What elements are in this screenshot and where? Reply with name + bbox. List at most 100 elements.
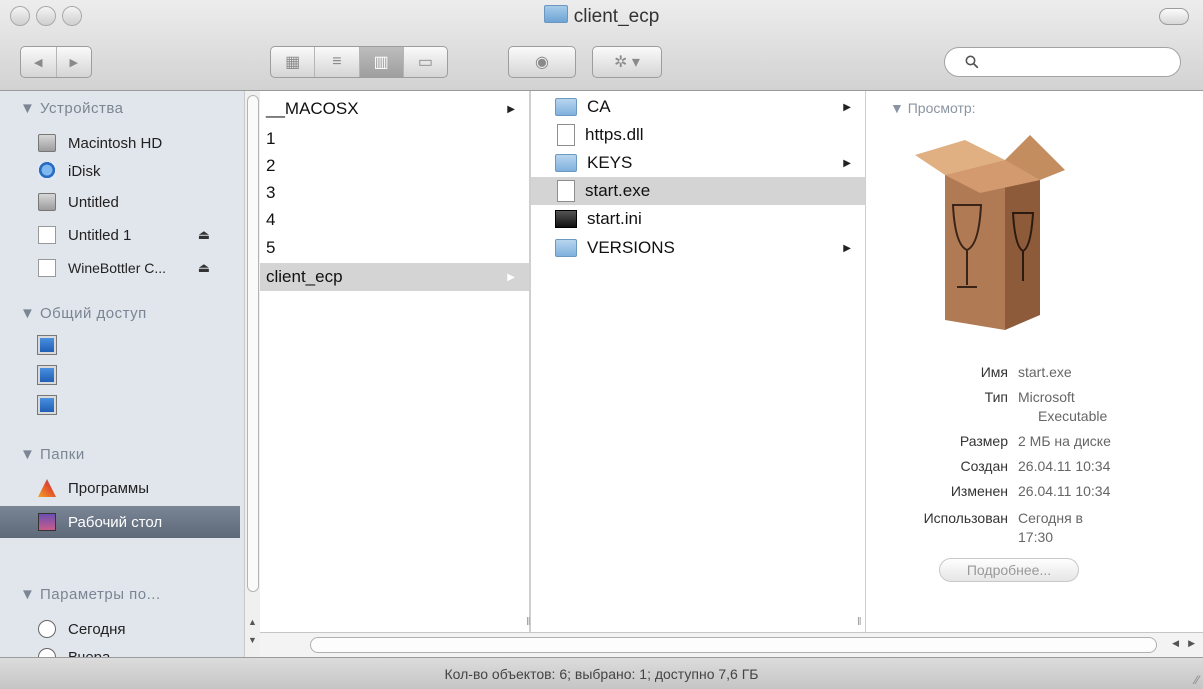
sidebar-header-search[interactable]: ▼ Параметры по... [20,586,161,603]
item-label: 2 [266,156,276,175]
list-item[interactable]: start.ini [531,205,865,233]
item-label: start.ini [587,209,642,228]
sidebar-item-today[interactable]: Сегодня [0,615,240,643]
sidebar-header-places[interactable]: ▼ Папки [20,446,85,463]
column-view-button[interactable]: ▥ [358,47,403,77]
sidebar-item-idisk[interactable]: iDisk [0,157,240,185]
search-input[interactable] [985,53,1169,71]
list-item[interactable]: 2 [260,152,529,180]
sidebar-header-shared[interactable]: ▼ Общий доступ [20,305,147,322]
name-key: Имя [980,364,1008,380]
forward-button[interactable]: ▶ [55,47,92,77]
icon-view-button[interactable]: ▦ [271,47,314,77]
window-toolbar: client_ecp ◀ ▶ ▦ ≡ ▥ ▭ ◉ ✲ ▾ [0,0,1203,91]
disclosure-arrow-icon: ▶ [843,242,851,254]
item-label: CA [587,97,611,116]
column-1: __MACOSX ▶ 1 2 3 4 5 client_ecp ▶ ‖ [260,91,531,632]
status-text: Кол-во объектов: 6; выбрано: 1; доступно… [444,665,759,682]
sidebar-item-winebottler[interactable]: WineBottler C... ⏏ [0,254,240,282]
list-item[interactable]: 3 [260,179,529,207]
disclosure-arrow-icon: ▶ [507,103,515,115]
list-view-button[interactable]: ≡ [314,47,358,77]
back-forward-control: ◀ ▶ [20,46,92,78]
folder-icon [555,239,577,257]
horizontal-scroll-thumb[interactable] [310,637,1157,653]
sidebar-item-shared-computer[interactable] [0,331,240,359]
folder-icon [555,154,577,172]
modified-value: 26.04.11 10:34 [1018,483,1111,499]
sidebar-scrollbar[interactable]: ▲ ▼ [244,91,260,657]
sidebar-item-label: Untitled 1 [68,226,132,244]
modified-key: Изменен [950,483,1008,499]
list-item[interactable]: 1 [260,125,529,153]
sidebar: ▼ Устройства Macintosh HD iDisk Untitled… [0,91,260,657]
eject-icon[interactable]: ⏏ [198,260,210,276]
list-item[interactable]: CA ▶ [531,93,865,121]
scroll-down-arrow-icon[interactable]: ▼ [248,635,257,645]
folder-icon [543,5,568,23]
item-label: start.exe [585,181,651,200]
sidebar-item-untitled[interactable]: Untitled [0,188,240,216]
scroll-left-arrow-icon[interactable]: ◀ [1172,638,1179,649]
sidebar-item-yesterday[interactable]: Вчера [0,643,240,657]
sidebar-item-label: WineBottler C... [68,260,167,276]
computer-icon [37,365,57,385]
sidebar-item-label: Вчера [68,648,111,658]
quick-look-button[interactable]: ◉ [508,46,576,78]
gear-icon: ✲ ▾ [614,54,640,71]
hard-drive-icon [38,134,56,152]
item-label: 1 [266,129,276,148]
type-key: Тип [984,389,1008,405]
document-icon [557,124,575,146]
list-item[interactable]: 4 [260,206,529,234]
resize-grip-icon[interactable]: ⁄⁄ [1195,673,1199,687]
list-item-selected[interactable]: client_ecp ▶ [260,263,529,291]
executable-package-icon [915,135,1065,330]
item-label: 4 [266,210,276,229]
window-title-text: client_ecp [573,6,660,27]
scroll-up-arrow-icon[interactable]: ▲ [248,617,257,627]
preview-header[interactable]: ▼ Просмотр: [890,100,976,116]
size-value: 2 МБ на диске [1018,433,1111,449]
item-label: 3 [266,183,276,202]
sidebar-item-applications[interactable]: Программы [0,474,240,502]
list-item[interactable]: KEYS ▶ [531,149,865,177]
view-mode-control: ▦ ≡ ▥ ▭ [270,46,448,78]
sidebar-item-label: Программы [68,479,150,497]
coverflow-view-button[interactable]: ▭ [402,47,447,77]
status-bar: Кол-во объектов: 6; выбрано: 1; доступно… [0,657,1203,689]
horizontal-scrollbar[interactable]: ◀ ▶ [260,632,1203,657]
column-resize-handle[interactable]: ‖ [857,616,862,628]
sidebar-item-untitled-1[interactable]: Untitled 1 ⏏ [0,221,240,249]
sidebar-item-desktop[interactable]: Рабочий стол [0,506,240,538]
item-label: __MACOSX [266,99,359,118]
window-title: client_ecp [0,5,1203,28]
more-info-button[interactable]: Подробнее... [939,558,1079,582]
last-opened-key: Использован [923,510,1008,526]
list-item-selected[interactable]: start.exe [531,177,865,205]
sidebar-header-devices[interactable]: ▼ Устройства [20,100,124,117]
document-disk-icon [38,226,56,244]
list-item[interactable]: VERSIONS ▶ [531,234,865,262]
sidebar-item-label: Untitled [68,193,119,211]
executable-icon [557,180,575,202]
list-item[interactable]: 5 [260,234,529,262]
search-field[interactable] [944,47,1181,77]
item-label: client_ecp [266,267,343,286]
back-button[interactable]: ◀ [21,47,56,77]
sidebar-scroll-thumb[interactable] [247,95,259,592]
computer-icon [37,335,57,355]
sidebar-item-shared-computer[interactable] [0,361,240,389]
desktop-icon [38,513,56,531]
sidebar-item-shared-computer[interactable] [0,391,240,419]
action-menu-button[interactable]: ✲ ▾ [592,46,662,78]
sidebar-item-macintosh-hd[interactable]: Macintosh HD [0,129,240,157]
column-2: CA ▶ https.dll KEYS ▶ start.exe start.in… [530,91,866,632]
name-value: start.exe [1018,364,1072,380]
toolbar-toggle-button[interactable] [1159,8,1189,25]
item-label: VERSIONS [587,238,675,257]
list-item[interactable]: https.dll [531,121,865,149]
eject-icon[interactable]: ⏏ [198,227,210,243]
scroll-right-arrow-icon[interactable]: ▶ [1188,638,1195,649]
list-item[interactable]: __MACOSX ▶ [260,95,529,123]
